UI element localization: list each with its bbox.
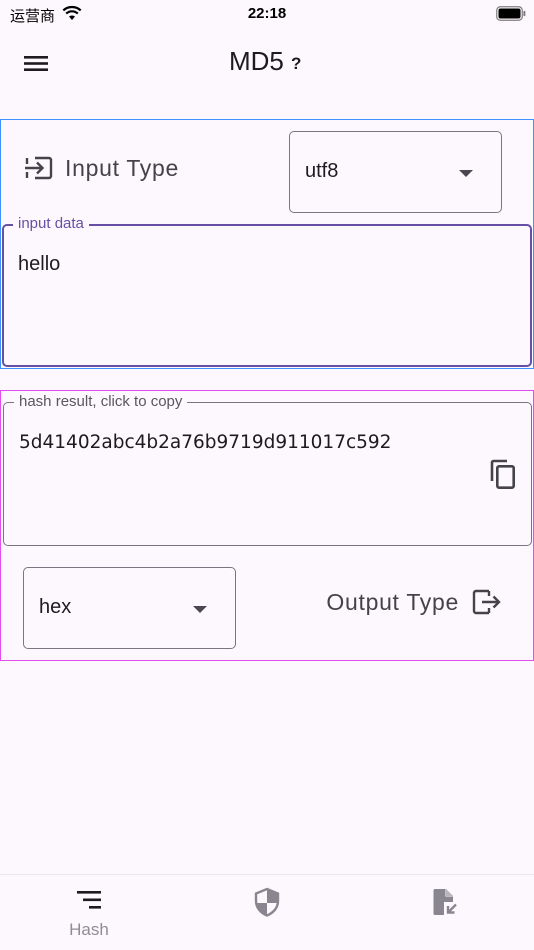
output-format-dropdown[interactable]: hex [23,567,236,649]
menu-icon[interactable] [20,48,52,78]
input-section: Input Type utf8 input data hello [0,119,534,369]
status-bar: 运营商 22:18 [0,0,534,30]
file-import-icon [433,889,457,915]
nav-item-hash[interactable]: Hash [0,875,178,950]
chevron-down-icon [193,606,207,613]
output-section: hash result, click to copy 5d41402abc4b2… [0,390,534,661]
input-data-field[interactable]: input data hello [2,215,532,367]
help-button[interactable]: ? [291,54,301,74]
output-type-label: Output Type [326,588,459,615]
nav-item-file[interactable] [356,875,534,950]
page-title: MD5 [229,46,284,76]
copy-icon[interactable] [488,459,518,491]
input-type-row: Input Type [23,150,179,186]
hash-result-field[interactable]: hash result, click to copy 5d41402abc4b2… [3,393,532,546]
logout-icon [472,589,501,615]
input-data-label: input data [13,215,89,233]
hash-result-label: hash result, click to copy [14,393,188,411]
nav-item-label: Hash [69,920,109,939]
bottom-navigation: Hash [0,874,534,950]
output-format-value: hex [39,596,72,618]
nav-item-security[interactable] [178,875,356,950]
input-encoding-dropdown[interactable]: utf8 [289,131,502,213]
chevron-down-icon [459,170,473,177]
input-encoding-value: utf8 [305,160,339,182]
status-time: 22:18 [247,5,287,22]
hash-result-value: 5d41402abc4b2a76b9719d911017c592 [19,432,392,453]
hash-list-icon [77,891,101,909]
shield-icon [254,887,280,917]
login-icon [25,156,53,180]
input-data-value: hello [18,253,61,275]
input-type-label: Input Type [65,154,179,181]
output-type-row: Output Type [326,587,501,617]
app-bar: MD5 ? [0,30,534,96]
battery-icon [496,6,526,21]
